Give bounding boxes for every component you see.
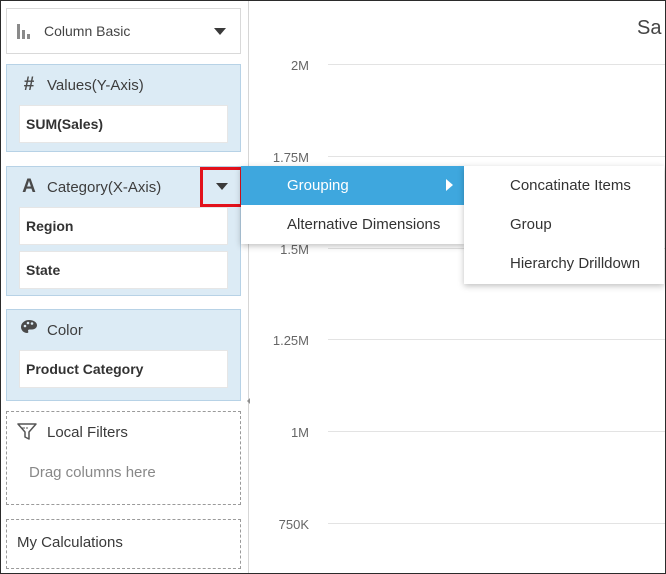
local-filters-title: Local Filters <box>47 423 128 441</box>
chart-config-panel: Column Basic # Values(Y-Axis) SUM(Sales)… <box>1 1 249 573</box>
drag-columns-hint: Drag columns here <box>29 464 156 481</box>
chart-area <box>250 1 665 573</box>
menu-item-label: Alternative Dimensions <box>287 216 441 233</box>
y-tick-label: 750K <box>278 517 309 532</box>
chart-title: Sa <box>637 17 662 39</box>
grouping-submenu: Concatinate Items Group Hierarchy Drilld… <box>464 166 664 284</box>
color-field-pill[interactable]: Product Category <box>19 350 228 388</box>
my-calculations-title: My Calculations <box>17 534 123 551</box>
palette-icon <box>19 319 39 341</box>
chart-type-label: Column Basic <box>44 23 131 39</box>
app-window: Column Basic # Values(Y-Axis) SUM(Sales)… <box>0 0 666 574</box>
y-tick-label: 1.5M <box>280 242 309 257</box>
gridline <box>328 64 665 65</box>
gridline <box>328 431 665 432</box>
category-well-title: Category(X-Axis) <box>47 178 162 196</box>
gridline <box>328 523 665 524</box>
values-well-title: Values(Y-Axis) <box>47 76 144 94</box>
y-tick-label: 1M <box>290 425 309 440</box>
y-tick-label: 2M <box>290 58 309 73</box>
column-chart-icon <box>17 23 33 39</box>
text-a-icon: A <box>22 176 36 197</box>
category-dropdown-button[interactable] <box>200 167 243 207</box>
y-tick-label: 1.25M <box>272 333 309 348</box>
color-well-title: Color <box>47 321 83 339</box>
submenu-item-group[interactable]: Group <box>464 205 664 244</box>
filter-icon <box>17 423 37 440</box>
values-well[interactable]: # Values(Y-Axis) SUM(Sales) <box>6 64 241 152</box>
color-well-header: Color <box>7 310 240 350</box>
chevron-down-icon[interactable] <box>214 28 226 35</box>
chevron-down-icon <box>216 183 228 190</box>
menu-item-grouping[interactable]: Grouping <box>241 166 465 205</box>
color-well[interactable]: Color Product Category <box>6 309 241 401</box>
gridline <box>328 156 665 157</box>
category-field-pill[interactable]: Region <box>19 207 228 245</box>
menu-item-label: Grouping <box>287 177 349 194</box>
local-filters-dropzone[interactable]: Local Filters Drag columns here <box>6 411 241 505</box>
submenu-item-hierarchy-drilldown[interactable]: Hierarchy Drilldown <box>464 244 664 283</box>
category-field-pill[interactable]: State <box>19 251 228 289</box>
chart-type-selector[interactable]: Column Basic <box>6 8 241 54</box>
menu-item-alternative-dimensions[interactable]: Alternative Dimensions <box>241 205 465 244</box>
my-calculations-box[interactable]: My Calculations <box>6 519 241 569</box>
submenu-item-concatinate-items[interactable]: Concatinate Items <box>464 166 664 205</box>
hash-icon: # <box>23 74 35 95</box>
y-tick-label: 1.75M <box>272 150 309 165</box>
gridline <box>328 339 665 340</box>
local-filters-header: Local Filters <box>7 412 240 441</box>
chevron-right-icon <box>446 179 453 191</box>
values-well-header: # Values(Y-Axis) <box>7 65 240 105</box>
category-context-menu: Grouping Alternative Dimensions <box>241 166 465 244</box>
values-field-pill[interactable]: SUM(Sales) <box>19 105 228 143</box>
